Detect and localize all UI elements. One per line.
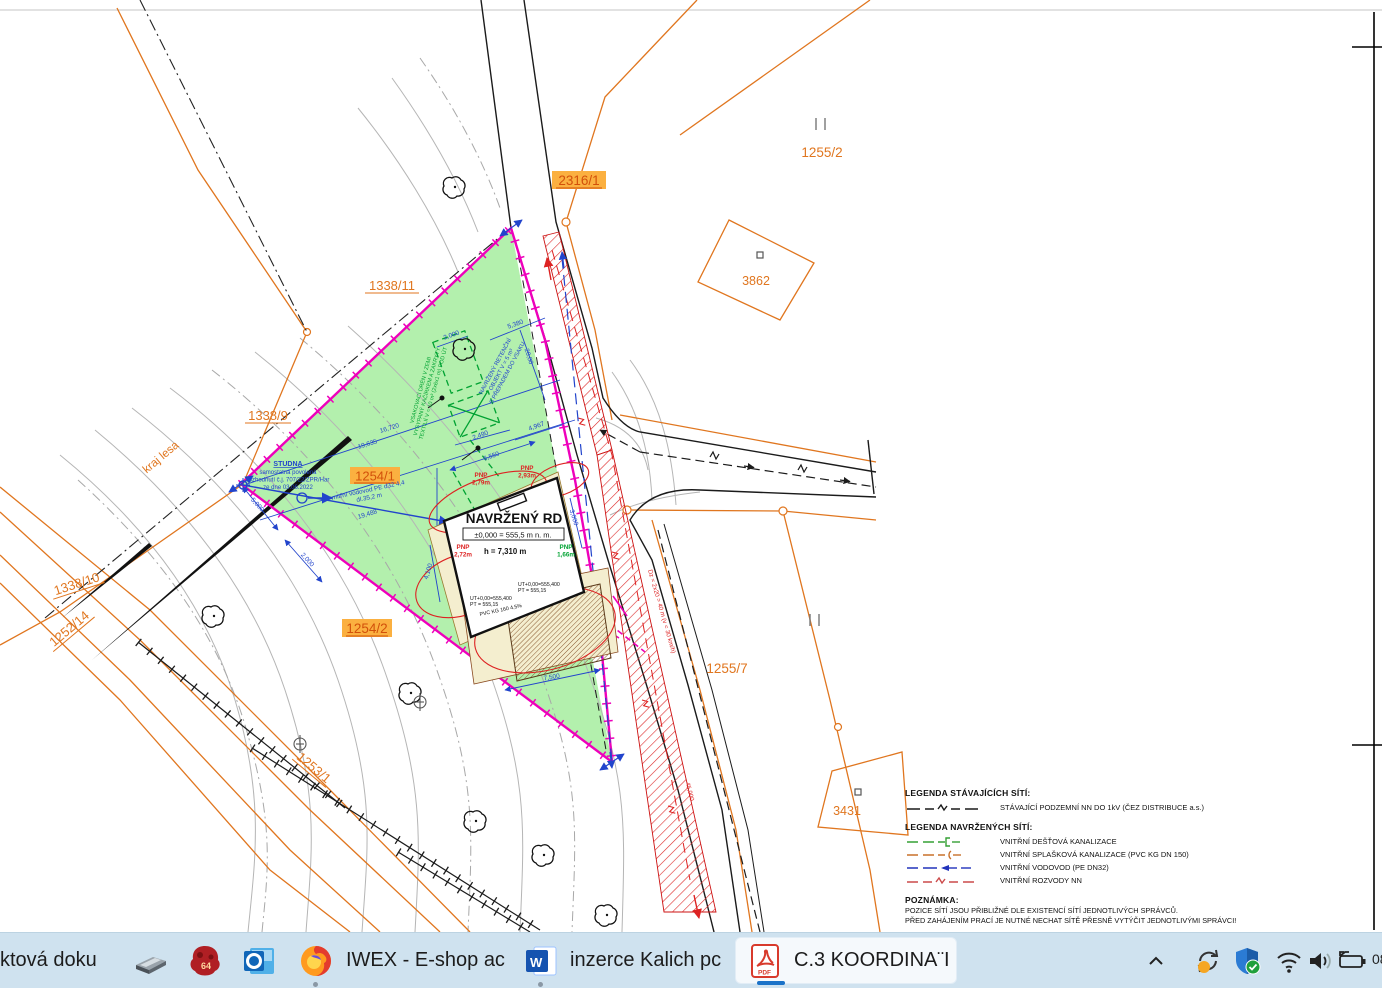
taskbar-button-word[interactable]: W inzerce Kalich pc [524, 933, 721, 988]
legend-note-line: POZICE SÍTÍ JSOU PŘIBLIŽNÉ DLE EXISTENCÍ… [905, 906, 1377, 916]
parcel-label-1338-11: 1338/11 [365, 278, 419, 293]
speaker-icon [1305, 946, 1335, 976]
legend-existing-title: LEGENDA STÁVAJÍCÍCH SÍTÍ: [905, 788, 1377, 798]
svg-text:PNP: PNP [521, 465, 534, 472]
svg-text:±0,000 = 555,5 m n. m.: ±0,000 = 555,5 m n. m. [474, 531, 551, 540]
legend-label: STÁVAJÍCÍ PODZEMNÍ NN DO 1kV (ČEZ DISTRI… [1000, 803, 1204, 812]
legend-item-nn-wiring: VNITŘNÍ ROZVODY NN [905, 874, 1377, 887]
svg-text:rozhodnutí č.j. 707/22/ZPR/Har: rozhodnutí č.j. 707/22/ZPR/Har [247, 478, 330, 484]
legend-item-existing-nn: STÁVAJÍCÍ PODZEMNÍ NN DO 1kV (ČEZ DISTRI… [905, 801, 1377, 814]
wifi-icon [1274, 946, 1304, 976]
acrobat-active-indicator [757, 981, 785, 985]
taskbar-button-scanner[interactable] [133, 933, 169, 988]
firefox-icon [298, 943, 334, 979]
legend-label: VNITŘNÍ ROZVODY NN [1000, 876, 1082, 885]
tray-security-button[interactable] [1233, 933, 1263, 988]
taskbar-title-acrobat: C.3 KOORDINA¨I [794, 949, 950, 972]
parcel-label-3862: 3862 [742, 274, 770, 288]
parcel-label-2316-1: 2316/1 [552, 171, 606, 189]
legend: LEGENDA STÁVAJÍCÍCH SÍTÍ: STÁVAJÍCÍ PODZ… [905, 788, 1377, 925]
taskbar-button-firefox[interactable]: IWEX - E-shop ac [298, 933, 505, 988]
svg-text:64: 64 [201, 961, 211, 971]
chevron-up-icon [1143, 948, 1169, 974]
legend-item-water-supply: VNITŘNÍ VODOVOD (PE DN32) [905, 861, 1377, 874]
outlook-icon [242, 944, 276, 978]
legend-item-waste-sewer: VNITŘNÍ SPLAŠKOVÁ KANALIZACE (PVC KG DN … [905, 848, 1377, 861]
label-kraj-lesa: kraj lesa [141, 439, 182, 476]
parcel-label-3431: 3431 [833, 804, 861, 818]
svg-text:2,79m: 2,79m [472, 480, 490, 487]
svg-text:samostatná povolená: samostatná povolená [259, 470, 317, 476]
parcel-point-symbols [757, 252, 861, 795]
svg-text:1254/2: 1254/2 [346, 621, 387, 636]
taskbar-button-partial[interactable]: ktová doku [0, 933, 97, 988]
svg-text:2,000: 2,000 [299, 552, 315, 569]
taskbar: ktová doku 64 [0, 932, 1382, 988]
tray-chevron-button[interactable] [1143, 933, 1169, 988]
tray-sync-button[interactable] [1192, 933, 1224, 988]
svg-text:PT = 555,15: PT = 555,15 [470, 602, 498, 608]
svg-text:1338/9: 1338/9 [248, 408, 288, 423]
parcel-label-1254-2: 1254/2 [342, 619, 392, 637]
rain-sewer-sample-line [905, 837, 1000, 847]
svg-text:1,66m: 1,66m [557, 552, 575, 559]
svg-text:2316/1: 2316/1 [558, 173, 599, 188]
taskbar-button-red64[interactable]: 64 [188, 933, 222, 988]
svg-text:PNP: PNP [560, 544, 573, 551]
taskbar-button-acrobat-active[interactable]: PDF C.3 KOORDINA¨I [735, 937, 957, 984]
security-shield-icon [1233, 945, 1263, 977]
legend-note-line: PŘED ZAHÁJENÍM PRACÍ JE NUTNÉ NECHAT SÍT… [905, 916, 1377, 926]
existing-nn-sample-line [905, 803, 1000, 813]
legend-note-title: POZNÁMKA: [905, 895, 1377, 905]
svg-text:PT = 555,15: PT = 555,15 [518, 588, 546, 594]
tray-volume-button[interactable] [1305, 933, 1335, 988]
svg-text:W: W [530, 955, 543, 970]
sync-update-icon [1192, 945, 1224, 977]
screenshot-root: { "map": { "parcels": { "p2316_1": "2316… [0, 0, 1382, 987]
battery-icon [1336, 946, 1368, 976]
word-icon: W [524, 944, 558, 978]
taskbar-button-outlook[interactable] [242, 933, 276, 988]
taskbar-title-word: inzerce Kalich pc [570, 949, 721, 972]
svg-text:1338/10: 1338/10 [52, 569, 101, 598]
taskbar-title-firefox: IWEX - E-shop ac [346, 949, 505, 972]
svg-text:1252/14: 1252/14 [46, 608, 92, 650]
legend-label: VNITŘNÍ SPLAŠKOVÁ KANALIZACE (PVC KG DN … [1000, 850, 1189, 859]
parcel-label-1255-7: 1255/7 [706, 661, 747, 676]
parcel-label-1338-10: 1338/10 [49, 568, 105, 599]
waste-sewer-sample-line [905, 850, 1000, 860]
firefox-running-indicator [313, 982, 318, 987]
tray-wifi-button[interactable] [1274, 933, 1304, 988]
svg-text:1254/1: 1254/1 [355, 469, 395, 484]
svg-text:NAVRŽENÝ RD: NAVRŽENÝ RD [466, 511, 563, 526]
legend-item-rain-sewer: VNITŘNÍ DEŠŤOVÁ KANALIZACE [905, 835, 1377, 848]
grass-symbols [810, 118, 825, 626]
tray-clock[interactable]: 08 [1372, 951, 1382, 967]
red64-app-icon: 64 [188, 943, 222, 979]
svg-text:2,72m: 2,72m [454, 552, 472, 559]
svg-text:kraj lesa: kraj lesa [141, 439, 182, 476]
water-supply-sample-line [905, 863, 1000, 873]
parcel-label-1255-2: 1255/2 [801, 145, 842, 160]
svg-text:PDF: PDF [758, 969, 771, 976]
svg-text:STUDNA: STUDNA [273, 461, 302, 468]
legend-label: VNITŘNÍ VODOVOD (PE DN32) [1000, 863, 1109, 872]
nn-wiring-sample-line [905, 876, 1000, 886]
fence-lines [138, 642, 540, 932]
parcel-label-1338-9: 1338/9 [245, 408, 291, 423]
legend-label: VNITŘNÍ DEŠŤOVÁ KANALIZACE [1000, 837, 1117, 846]
svg-text:PNP: PNP [475, 472, 488, 479]
tray-battery-button[interactable] [1336, 933, 1368, 988]
svg-text:h = 7,310 m: h = 7,310 m [484, 547, 526, 556]
taskbar-title-partial: ktová doku [0, 949, 97, 972]
svg-text:1338/11: 1338/11 [369, 278, 415, 293]
svg-text:2,93m: 2,93m [518, 473, 536, 480]
word-running-indicator [538, 982, 543, 987]
svg-text:ze dne 03.06.2022: ze dne 03.06.2022 [263, 485, 313, 491]
acrobat-pdf-icon: PDF [748, 943, 782, 979]
scanner-icon [133, 943, 169, 979]
legend-proposed-title: LEGENDA NAVRŽENÝCH SÍTÍ: [905, 822, 1377, 832]
svg-text:PNP: PNP [457, 544, 470, 551]
